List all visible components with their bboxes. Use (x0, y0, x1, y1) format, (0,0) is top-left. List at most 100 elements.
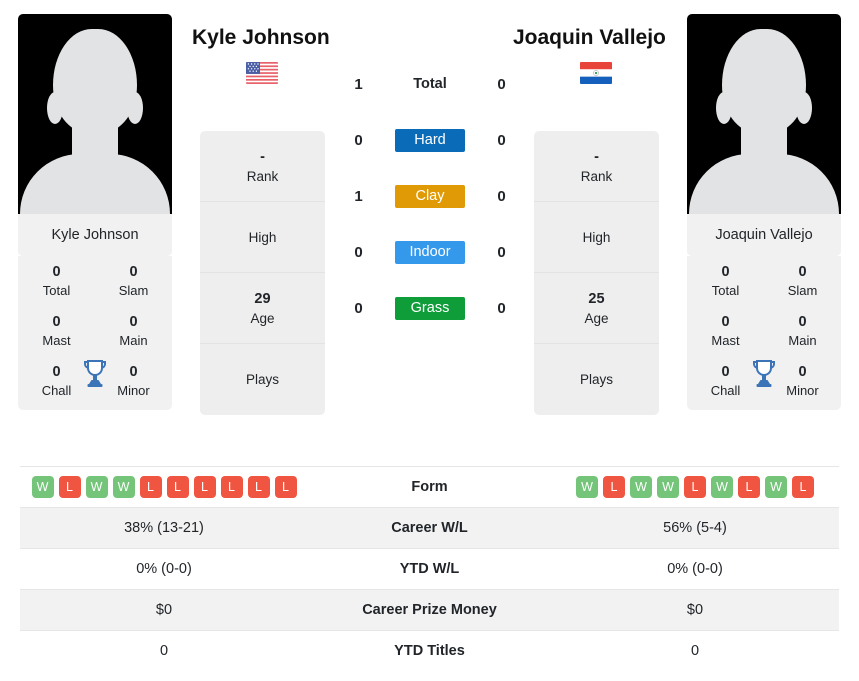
left-info-rank-value: - (260, 148, 265, 165)
right-player-photo-card[interactable]: Joaquin Vallejo (687, 14, 841, 256)
left-info-plays-label: Plays (245, 372, 279, 387)
left-indoor-count: 0 (354, 243, 363, 261)
form-badge-loss: L (603, 476, 625, 498)
right-titles-total-value: 0 (721, 264, 730, 280)
left-titles-main: 0 Main (95, 312, 172, 350)
row-label-form: Form (308, 466, 551, 508)
right-info-plays-label: Plays (579, 372, 613, 387)
right-titles-total: 0 Total (687, 262, 764, 300)
form-badge-loss: L (139, 476, 162, 498)
table-row-career-prize-money: $0 Career Prize Money $0 (20, 589, 839, 631)
table-row-ytd-wl: 0% (0-0) YTD W/L 0% (0-0) (20, 548, 839, 590)
right-clay-count: 0 (497, 187, 506, 205)
left-player-column: Kyle Johnson 0 Total 0 Slam 0 Mast 0 Mai… (18, 14, 172, 410)
left-titles-mast: 0 Mast (18, 312, 95, 350)
table-row-form: WLWWLLLLLL Form WLWWLWLWL (20, 466, 839, 508)
form-badge-loss: L (684, 476, 706, 498)
form-badge-loss: L (220, 476, 243, 498)
left-form-badges: WLWWLLLLLL (20, 476, 308, 498)
surface-row-grass: 0 Grass 0 (340, 280, 520, 336)
right-info-rank-label: Rank (580, 168, 613, 184)
right-info-rank: - Rank (534, 131, 659, 202)
left-titles-main-label: Main (119, 333, 148, 348)
left-titles-mast-label: Mast (42, 333, 71, 348)
avatar-ear-right-icon (796, 92, 812, 124)
left-titles-total-value: 0 (52, 264, 61, 280)
right-player-avatar (687, 14, 841, 214)
surface-row-indoor: 0 Indoor 0 (340, 224, 520, 280)
left-clay-count: 1 (354, 187, 363, 205)
right-grass-count: 0 (497, 299, 506, 317)
form-badge-win: W (657, 476, 679, 498)
surface-badge-total: Total (413, 75, 447, 92)
left-total-count: 1 (354, 75, 363, 93)
left-info-age-label: Age (250, 310, 275, 326)
table-row-ytd-titles: 0 YTD Titles 0 (20, 630, 839, 672)
surface-badge-indoor: Indoor (395, 240, 465, 264)
left-info-high: High (200, 202, 325, 273)
left-ytd-titles: 0 (20, 630, 308, 672)
row-label-ytd-titles: YTD Titles (308, 630, 551, 672)
left-info-rank: - Rank (200, 131, 325, 202)
avatar-body-icon (20, 154, 170, 214)
paraguay-flag-icon (580, 62, 612, 84)
left-player-photo-card[interactable]: Kyle Johnson (18, 14, 172, 256)
right-indoor-count: 0 (497, 243, 506, 261)
right-ytd-titles: 0 (551, 630, 839, 672)
trophy-icon (84, 360, 106, 387)
left-titles-slam-label: Slam (118, 283, 149, 298)
left-player-name: Kyle Johnson (192, 26, 330, 49)
right-titles-main-value: 0 (798, 314, 807, 330)
right-titles-mast: 0 Mast (687, 312, 764, 350)
player-comparison-page: Kyle Johnson 0 Total 0 Slam 0 Mast 0 Mai… (0, 0, 859, 681)
left-player-photo-caption: Kyle Johnson (18, 214, 172, 256)
right-titles-main: 0 Main (764, 312, 841, 350)
form-badge-loss: L (247, 476, 270, 498)
right-titles-mast-value: 0 (721, 314, 730, 330)
form-badge-win: W (576, 476, 598, 498)
left-player-info-card: - Rank High 29 Age Plays (200, 131, 325, 415)
left-titles-slam-value: 0 (129, 264, 138, 280)
left-titles-total: 0 Total (18, 262, 95, 300)
form-badge-loss: L (166, 476, 189, 498)
form-badge-win: W (31, 476, 54, 498)
left-info-age: 29 Age (200, 273, 325, 344)
surface-row-clay: 1 Clay 0 (340, 168, 520, 224)
form-badge-loss: L (193, 476, 216, 498)
surface-row-hard: 0 Hard 0 (340, 112, 520, 168)
surface-badge-grass: Grass (395, 296, 465, 320)
left-info-age-value: 29 (254, 290, 271, 307)
surface-badge-hard: Hard (395, 128, 465, 152)
avatar-body-icon (689, 154, 839, 214)
right-titles-total-label: Total (711, 283, 740, 298)
right-player-info-card: - Rank High 25 Age Plays (534, 131, 659, 415)
form-badge-loss: L (58, 476, 81, 498)
form-badge-loss: L (738, 476, 760, 498)
left-info-high-label: High (248, 229, 277, 245)
avatar-ear-right-icon (127, 92, 143, 124)
right-titles-slam: 0 Slam (764, 262, 841, 300)
form-badge-win: W (630, 476, 652, 498)
right-info-age: 25 Age (534, 273, 659, 344)
right-info-high: High (534, 202, 659, 273)
right-info-high-label: High (582, 229, 611, 245)
left-ytd-wl: 0% (0-0) (20, 548, 308, 590)
left-titles-slam: 0 Slam (95, 262, 172, 300)
right-form-badges: WLWWLWLWL (551, 476, 839, 498)
right-player-titles-card: 0 Total 0 Slam 0 Mast 0 Main 0 Chall 0 M… (687, 256, 841, 410)
left-hard-count: 0 (354, 131, 363, 149)
left-titles-main-value: 0 (129, 314, 138, 330)
right-info-plays: Plays (534, 344, 659, 415)
right-career-prize-money: $0 (551, 589, 839, 631)
left-info-plays: Plays (200, 344, 325, 415)
trophy-icon (753, 360, 775, 387)
compare-header: Kyle Johnson 0 Total 0 Slam 0 Mast 0 Mai… (0, 0, 859, 462)
right-info-age-label: Age (584, 310, 609, 326)
row-label-career-wl: Career W/L (308, 507, 551, 549)
left-form-cell: WLWWLLLLLL (20, 466, 308, 508)
surface-titles-column: 1 Total 0 0 Hard 0 1 Clay 0 0 Indoor 0 0 (340, 56, 520, 336)
table-row-career-wl: 38% (13-21) Career W/L 56% (5-4) (20, 507, 839, 549)
form-badge-win: W (85, 476, 108, 498)
row-label-career-prize-money: Career Prize Money (308, 589, 551, 631)
right-hard-count: 0 (497, 131, 506, 149)
